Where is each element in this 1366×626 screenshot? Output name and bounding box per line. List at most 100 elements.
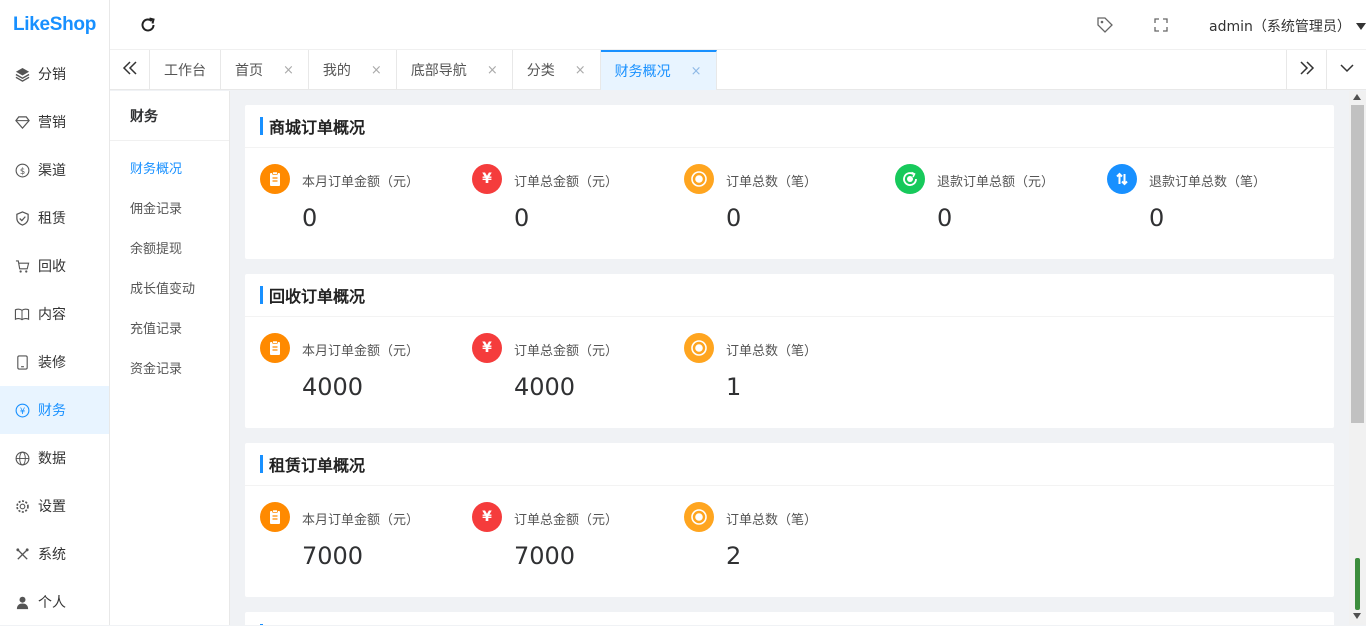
tab-scroll-left[interactable] — [110, 50, 150, 90]
sidebar-item-decoration[interactable]: 装修 — [0, 338, 109, 386]
sidebar-item-label: 财务 — [38, 403, 66, 419]
scroll-up-arrow-icon[interactable] — [1353, 94, 1361, 100]
tab-bottom-nav[interactable]: 底部导航 × — [397, 50, 513, 90]
stat-value: 0 — [937, 204, 953, 232]
refund-coin-icon — [895, 164, 925, 194]
close-icon[interactable]: × — [575, 63, 586, 78]
stats-row: 本月订单金额（元） 4000 ¥ 订单总金额（元） 4000 订单总数（笔） 1 — [245, 317, 1334, 428]
submenu-item-fund-records[interactable]: 资金记录 — [110, 347, 229, 387]
stat-label: 订单总金额（元） — [514, 175, 619, 190]
submenu-item-commission-records[interactable]: 佣金记录 — [110, 187, 229, 227]
card-header: 租赁订单概况 — [245, 443, 1334, 486]
stats-row: 本月订单金额（元） 0 ¥ 订单总金额（元） 0 订单总数（笔） 0 退款订单总… — [245, 148, 1334, 259]
stat-value: 0 — [302, 204, 318, 232]
yen-icon: ¥ — [472, 164, 502, 194]
sidebar: LikeShop 分销 营销 $ 渠道 租赁 回收 内容 装修 ¥ 财务 数据 … — [0, 0, 110, 625]
tab-bar: 工作台 首页 × 我的 × 底部导航 × 分类 × 财务概况 × — [110, 50, 1366, 90]
page-scrollbar[interactable] — [1349, 91, 1366, 625]
yen-icon: ¥ — [472, 502, 502, 532]
user-menu[interactable]: admin（系统管理员） — [1209, 16, 1366, 36]
submenu-item-growth-changes[interactable]: 成长值变动 — [110, 267, 229, 307]
card-header: 回收订单概况 — [245, 274, 1334, 317]
card-title: 租赁订单概况 — [269, 456, 366, 475]
stat-label: 订单总金额（元） — [514, 344, 619, 359]
title-accent-bar — [260, 117, 263, 135]
sidebar-item-recycle[interactable]: 回收 — [0, 242, 109, 290]
close-icon[interactable]: × — [371, 63, 382, 78]
tab-mine[interactable]: 我的 × — [309, 50, 397, 90]
double-chevron-right-icon — [1299, 60, 1315, 80]
svg-text:¥: ¥ — [19, 405, 25, 415]
scroll-thumb[interactable] — [1351, 105, 1364, 423]
stat-label: 订单总金额（元） — [514, 513, 619, 528]
stat-value: 0 — [726, 204, 742, 232]
sidebar-item-label: 回收 — [38, 259, 66, 275]
dollar-circle-icon: $ — [14, 162, 30, 178]
tab-label: 底部导航 — [410, 63, 467, 79]
sidebar-item-distribution[interactable]: 分销 — [0, 50, 109, 98]
user-icon — [14, 594, 30, 610]
sidebar-item-system[interactable]: 系统 — [0, 530, 109, 578]
sidebar-item-channel[interactable]: $ 渠道 — [0, 146, 109, 194]
sidebar-item-personal[interactable]: 个人 — [0, 578, 109, 626]
sidebar-item-content[interactable]: 内容 — [0, 290, 109, 338]
main-content: 商城订单概况 本月订单金额（元） 0 ¥ 订单总金额（元） 0 订单总数（笔） … — [231, 91, 1349, 625]
stat-label: 订单总数（笔） — [726, 344, 818, 359]
stats-row: 本月订单金额（元） 7000 ¥ 订单总金额（元） 7000 订单总数（笔） 2 — [245, 486, 1334, 597]
refresh-icon[interactable] — [138, 15, 158, 35]
sidebar-item-label: 个人 — [38, 595, 66, 611]
sidebar-item-label: 租赁 — [38, 211, 66, 227]
stat-label: 订单总数（笔） — [726, 513, 818, 528]
swap-arrows-icon — [1107, 164, 1137, 194]
sidebar-item-label: 内容 — [38, 307, 66, 323]
sidebar-item-finance[interactable]: ¥ 财务 — [0, 386, 109, 434]
scroll-indicator — [1355, 558, 1360, 610]
sidebar-item-label: 装修 — [38, 355, 66, 371]
layers-icon — [14, 66, 30, 82]
tab-label: 财务概况 — [614, 64, 671, 80]
close-icon[interactable]: × — [487, 63, 498, 78]
tools-icon — [14, 546, 30, 562]
coin-icon — [684, 502, 714, 532]
tag-icon[interactable] — [1096, 16, 1114, 34]
submenu-item-balance-withdrawal[interactable]: 余额提现 — [110, 227, 229, 267]
sidebar-item-rental[interactable]: 租赁 — [0, 194, 109, 242]
finance-submenu: 财务 财务概况 佣金记录 余额提现 成长值变动 充值记录 资金记录 — [110, 91, 230, 625]
clipboard-icon — [260, 502, 290, 532]
tab-home[interactable]: 首页 × — [221, 50, 309, 90]
submenu-title: 财务 — [110, 91, 229, 141]
app-logo[interactable]: LikeShop — [0, 0, 109, 50]
submenu-item-finance-overview[interactable]: 财务概况 — [110, 147, 229, 187]
scroll-down-arrow-icon[interactable] — [1353, 613, 1361, 619]
double-chevron-left-icon — [122, 60, 138, 80]
book-icon — [14, 306, 30, 322]
tab-category[interactable]: 分类 × — [513, 50, 601, 90]
tab-options-dropdown[interactable] — [1326, 50, 1366, 90]
chevron-down-icon — [1339, 60, 1355, 80]
stat-value: 7000 — [514, 542, 576, 570]
user-name: admin（系统管理员） — [1209, 19, 1351, 35]
fullscreen-icon[interactable] — [1153, 17, 1169, 33]
sidebar-item-data[interactable]: 数据 — [0, 434, 109, 482]
stat-label: 本月订单金额（元） — [302, 513, 420, 528]
tab-scroll-right[interactable] — [1286, 50, 1326, 90]
close-icon[interactable]: × — [283, 63, 294, 78]
submenu-item-recharge-records[interactable]: 充值记录 — [110, 307, 229, 347]
sidebar-item-label: 系统 — [38, 547, 66, 563]
sidebar-item-label: 数据 — [38, 451, 66, 467]
stat-label: 本月订单金额（元） — [302, 344, 420, 359]
shield-check-icon — [14, 210, 30, 226]
yen-icon: ¥ — [472, 333, 502, 363]
tab-workbench[interactable]: 工作台 — [150, 50, 221, 90]
globe-icon — [14, 450, 30, 466]
coin-icon — [684, 333, 714, 363]
top-header: admin（系统管理员） — [110, 0, 1366, 50]
tab-label: 我的 — [322, 63, 351, 79]
sidebar-item-settings[interactable]: 设置 — [0, 482, 109, 530]
close-icon[interactable]: × — [691, 64, 702, 79]
recycle-orders-card: 回收订单概况 本月订单金额（元） 4000 ¥ 订单总金额（元） 4000 订单… — [245, 274, 1334, 428]
stat-label: 本月订单金额（元） — [302, 175, 420, 190]
stat-label: 退款订单总数（笔） — [1149, 175, 1267, 190]
tab-finance-overview[interactable]: 财务概况 × — [600, 50, 717, 90]
sidebar-item-marketing[interactable]: 营销 — [0, 98, 109, 146]
